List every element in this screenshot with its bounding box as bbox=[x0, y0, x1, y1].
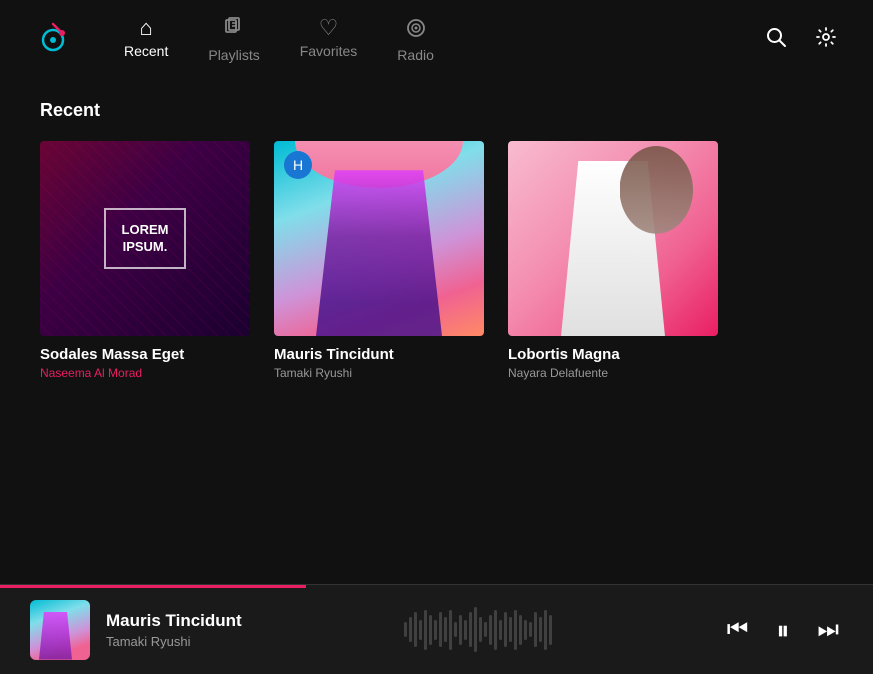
card-image-1: LOREM IPSUM. bbox=[40, 141, 250, 336]
header-actions bbox=[761, 22, 841, 58]
play-pause-button[interactable]: ⏸ bbox=[772, 613, 793, 647]
main-content: Recent LOREM IPSUM. Sodales Massa Eget N… bbox=[0, 80, 873, 584]
player-title: Mauris Tincidunt bbox=[106, 611, 384, 631]
nav-item-favorites[interactable]: ♡ Favorites bbox=[300, 17, 358, 63]
nav-label-favorites: Favorites bbox=[300, 43, 358, 59]
header: ⌂ Recent Playlists ♡ Favorites bbox=[0, 0, 873, 80]
settings-button[interactable] bbox=[811, 22, 841, 58]
card-title-1: Sodales Massa Eget bbox=[40, 346, 250, 363]
main-nav: ⌂ Recent Playlists ♡ Favorites bbox=[124, 17, 721, 63]
nav-label-radio: Radio bbox=[397, 47, 434, 63]
headphone-badge: H bbox=[284, 151, 312, 179]
nav-item-recent[interactable]: ⌂ Recent bbox=[124, 17, 168, 63]
waveform bbox=[404, 607, 682, 652]
search-button[interactable] bbox=[761, 22, 791, 58]
home-icon: ⌂ bbox=[140, 17, 153, 39]
next-button[interactable]: ⏭ bbox=[813, 614, 843, 646]
nav-label-playlists: Playlists bbox=[208, 47, 259, 63]
card-subtitle-2: Tamaki Ryushi bbox=[274, 366, 484, 380]
player-thumbnail bbox=[30, 600, 90, 660]
card-subtitle-1: Naseema Al Morad bbox=[40, 366, 250, 380]
player-info: Mauris Tincidunt Tamaki Ryushi bbox=[106, 611, 384, 649]
card-title-3: Lobortis Magna bbox=[508, 346, 718, 363]
card-2[interactable]: H Mauris Tincidunt Tamaki Ryushi bbox=[274, 141, 484, 380]
card-3[interactable]: Lobortis Magna Nayara Delafuente bbox=[508, 141, 718, 380]
lorem-line1: LOREM bbox=[122, 222, 169, 239]
card-image-2: H bbox=[274, 141, 484, 336]
player-artist: Tamaki Ryushi bbox=[106, 634, 384, 649]
card-artwork-2: H bbox=[274, 141, 484, 336]
lorem-box: LOREM IPSUM. bbox=[104, 208, 187, 270]
nav-item-radio[interactable]: Radio bbox=[397, 17, 434, 63]
nav-item-playlists[interactable]: Playlists bbox=[208, 17, 259, 63]
player-bar: Mauris Tincidunt Tamaki Ryushi ⏮ ⏸ ⏭ bbox=[0, 584, 873, 674]
cards-row: LOREM IPSUM. Sodales Massa Eget Naseema … bbox=[40, 141, 833, 380]
card-artwork-3 bbox=[508, 141, 718, 336]
player-controls: ⏮ ⏸ ⏭ bbox=[723, 613, 843, 647]
card-1[interactable]: LOREM IPSUM. Sodales Massa Eget Naseema … bbox=[40, 141, 250, 380]
lorem-line2: IPSUM. bbox=[122, 239, 169, 256]
playlist-icon bbox=[223, 17, 245, 43]
nav-label-recent: Recent bbox=[124, 43, 168, 59]
section-title: Recent bbox=[40, 100, 833, 121]
logo[interactable] bbox=[32, 19, 74, 61]
card-subtitle-3: Nayara Delafuente bbox=[508, 366, 718, 380]
heart-icon: ♡ bbox=[319, 17, 339, 39]
card-title-2: Mauris Tincidunt bbox=[274, 346, 484, 363]
card-image-3 bbox=[508, 141, 718, 336]
progress-bar bbox=[0, 585, 306, 588]
prev-button[interactable]: ⏮ bbox=[723, 614, 753, 646]
radio-icon bbox=[405, 17, 427, 43]
card-artwork-1: LOREM IPSUM. bbox=[40, 141, 250, 336]
